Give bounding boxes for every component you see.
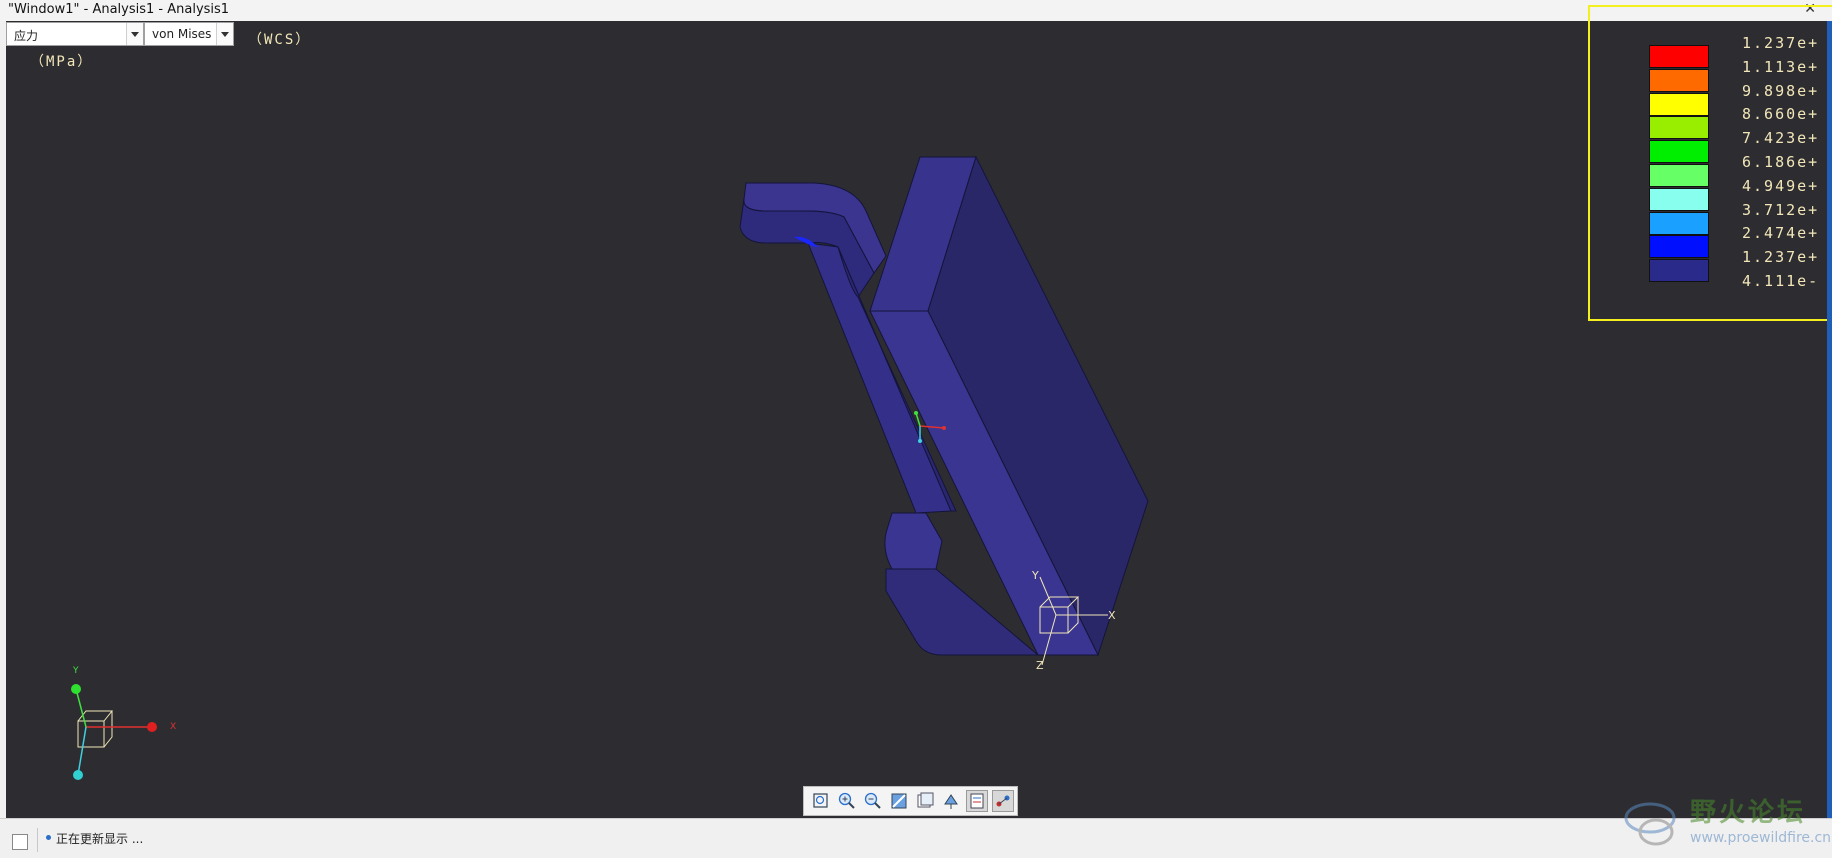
- legend-value: 1.237e+: [1742, 248, 1820, 267]
- spin-center-icon[interactable]: [992, 790, 1014, 812]
- model-view[interactable]: X Y Z X Y: [6, 21, 1832, 818]
- orientation-icon[interactable]: [940, 790, 962, 812]
- legend-value: 9.898e+: [1742, 81, 1820, 100]
- right-border: [1827, 21, 1832, 818]
- view-toolbar: [803, 786, 1018, 816]
- quantity-value: 应力: [14, 29, 39, 43]
- status-separator: [37, 828, 38, 852]
- coordinate-system-label: （WCS）: [248, 32, 312, 48]
- orient-x-label: X: [170, 722, 176, 732]
- status-bullet-icon: [46, 835, 51, 840]
- legend-value: 1.237e+: [1742, 34, 1820, 52]
- watermark: 野火论坛 www.proewildfire.cn: [1620, 790, 1832, 857]
- chevron-down-icon[interactable]: [216, 23, 233, 45]
- legend-swatch: [1649, 92, 1709, 116]
- saved-views-icon[interactable]: [914, 790, 936, 812]
- repaint-icon[interactable]: [888, 790, 910, 812]
- legend-swatch: [1649, 164, 1709, 187]
- legend-value: 3.712e+: [1742, 200, 1820, 219]
- watermark-title: 野火论坛: [1690, 798, 1807, 828]
- legend-value: 4.111e-: [1742, 272, 1820, 290]
- legend-value: 7.423e+: [1742, 129, 1820, 148]
- graphics-viewport[interactable]: X Y Z X Y: [6, 21, 1832, 818]
- legend-value: 8.660e+: [1742, 105, 1820, 124]
- title-bar: "Window1" - Analysis1 - Analysis1 ✕: [0, 0, 1832, 22]
- status-bar: 正在更新显示 ...: [0, 818, 1832, 858]
- quantity-select[interactable]: 应力: [6, 22, 144, 46]
- wcs-x-label: X: [1108, 609, 1116, 622]
- legend-swatch: [1649, 116, 1709, 140]
- watermark-logo-icon: [1624, 802, 1676, 846]
- display-style-icon[interactable]: [966, 790, 988, 812]
- component-value: von Mises: [152, 27, 212, 41]
- legend-swatch: [1649, 68, 1709, 92]
- legend-value: 6.186e+: [1742, 153, 1820, 171]
- window-title: "Window1" - Analysis1 - Analysis1: [8, 2, 230, 17]
- legend-swatch: [1649, 235, 1709, 259]
- wcs-y-label: Y: [1031, 569, 1039, 582]
- legend-value: 1.113e+: [1742, 57, 1820, 76]
- watermark-url: www.proewildfire.cn: [1690, 830, 1832, 846]
- chevron-down-icon[interactable]: [126, 23, 143, 45]
- message-checkbox[interactable]: [12, 834, 28, 850]
- legend-value: 4.949e+: [1742, 176, 1820, 195]
- zoom-out-icon[interactable]: [862, 790, 884, 812]
- status-message: 正在更新显示 ...: [56, 832, 144, 846]
- zoom-in-icon[interactable]: [836, 790, 858, 812]
- wcs-z-label: Z: [1036, 659, 1044, 672]
- legend-value: 2.474e+: [1742, 224, 1820, 243]
- orient-y-label: Y: [72, 666, 79, 676]
- units-label: （MPa）: [30, 54, 94, 70]
- legend-swatch: [1649, 259, 1709, 283]
- refit-icon[interactable]: [810, 790, 832, 812]
- legend-swatch: [1649, 187, 1709, 211]
- component-select[interactable]: von Mises: [144, 22, 234, 46]
- legend-swatch: [1649, 45, 1709, 68]
- legend-swatch: [1649, 140, 1709, 164]
- legend-swatch: [1649, 211, 1709, 235]
